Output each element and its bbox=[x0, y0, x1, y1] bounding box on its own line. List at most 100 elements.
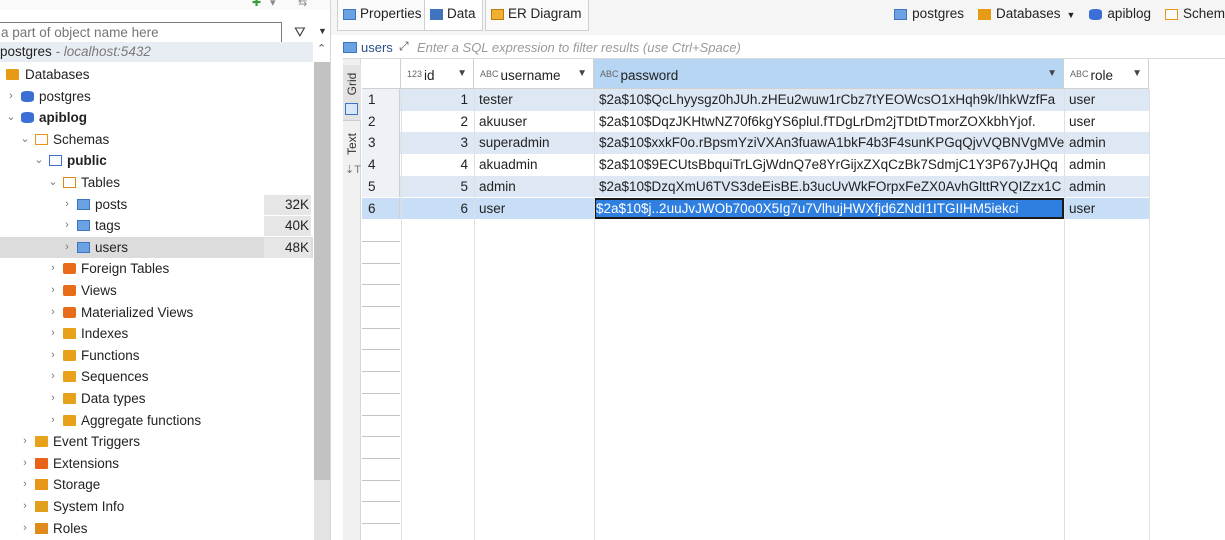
tree-item-materialized-views[interactable]: › Materialized Views bbox=[0, 302, 313, 324]
cell-role[interactable]: user bbox=[1064, 111, 1149, 133]
breadcrumb-connection[interactable]: postgres bbox=[894, 6, 964, 21]
cell-password[interactable]: $2a$10$DqzJKHtwNZ70f6kgYS6plul.fTDgLrDm2… bbox=[594, 111, 1064, 133]
chevron-right-icon[interactable]: › bbox=[5, 86, 17, 108]
sort-icon[interactable]: ▼ bbox=[1132, 59, 1142, 89]
chevron-right-icon[interactable]: › bbox=[47, 323, 59, 345]
chevron-right-icon[interactable]: › bbox=[19, 453, 31, 475]
tree-item-foreign-tables[interactable]: › Foreign Tables bbox=[0, 258, 313, 280]
tree-item-users[interactable]: › users 48K bbox=[0, 236, 313, 259]
cell-role[interactable]: admin bbox=[1064, 176, 1149, 198]
chevron-right-icon[interactable]: › bbox=[47, 366, 59, 388]
chevron-down-icon[interactable]: ⌄ bbox=[19, 129, 31, 151]
cell-password[interactable]: $2a$10$DzqXmU6TVS3deEisBE.b3ucUvWkFOrpxF… bbox=[594, 176, 1064, 198]
cell-username[interactable]: akuadmin bbox=[474, 154, 594, 176]
tree-item-schemas[interactable]: ⌄ Schemas bbox=[0, 129, 313, 151]
chevron-right-icon[interactable]: › bbox=[47, 302, 59, 324]
add-icon[interactable]: ▾ bbox=[270, 0, 276, 9]
row-number[interactable]: 4 bbox=[362, 154, 400, 176]
breadcrumb-database[interactable]: apiblog bbox=[1089, 6, 1151, 21]
tree-item-public[interactable]: ⌄ public bbox=[0, 150, 313, 172]
chevron-right-icon[interactable]: › bbox=[61, 215, 73, 237]
filter-dropdown-icon[interactable]: ▼ bbox=[318, 26, 327, 36]
cell-role[interactable]: admin bbox=[1064, 132, 1149, 154]
table-row[interactable]: 4 4 akuadmin $2a$10$9ECUtsBbquiTrLGjWdnQ7e8… bbox=[362, 154, 1149, 176]
cell-username[interactable]: akuuser bbox=[474, 111, 594, 133]
cell-id[interactable]: 4 bbox=[401, 154, 474, 176]
chevron-right-icon[interactable]: › bbox=[47, 345, 59, 367]
cell-role[interactable]: user bbox=[1064, 198, 1149, 220]
cell-id[interactable]: 5 bbox=[401, 176, 474, 198]
cell-username[interactable]: superadmin bbox=[474, 132, 594, 154]
cell-role[interactable]: user bbox=[1064, 89, 1149, 111]
tree-item-roles[interactable]: › Roles bbox=[0, 518, 313, 540]
tab-properties[interactable]: Properties bbox=[337, 0, 429, 31]
cell-password[interactable]: $2a$10$9ECUtsBbquiTrLGjWdnQ7e8YrGijxZXqC… bbox=[594, 154, 1064, 176]
column-header-id[interactable]: 123 id ▼ bbox=[401, 59, 474, 89]
tab-er-diagram[interactable]: ER Diagram bbox=[485, 0, 589, 31]
expand-icon[interactable]: ⤢ bbox=[399, 39, 409, 54]
sort-icon[interactable]: ▼ bbox=[577, 59, 587, 89]
tree-item-extensions[interactable]: › Extensions bbox=[0, 453, 313, 475]
breadcrumb-schemas[interactable]: Schem bbox=[1164, 6, 1225, 21]
table-row[interactable]: 3 3 superadmin $2a$10$xxkF0o.rBpsmYziVXAn3f… bbox=[362, 132, 1149, 155]
tree-item-views[interactable]: › Views bbox=[0, 280, 313, 302]
tree-item-posts[interactable]: › posts 32K bbox=[0, 194, 313, 216]
cell-id[interactable]: 6 bbox=[401, 198, 474, 220]
chevron-down-icon[interactable]: ⌄ bbox=[33, 150, 45, 172]
table-row[interactable]: 1 1 tester $2a$10$QcLhyysgz0hJUh.zHEu2wuw1r… bbox=[362, 89, 1149, 111]
row-number[interactable]: 3 bbox=[362, 132, 400, 155]
tree-item-functions[interactable]: › Functions bbox=[0, 345, 313, 367]
navigator-filter-input[interactable] bbox=[0, 22, 282, 43]
cell-role[interactable]: admin bbox=[1064, 154, 1149, 176]
sort-icon[interactable]: ▼ bbox=[1047, 59, 1057, 89]
link-icon[interactable]: ⇆ bbox=[298, 0, 307, 9]
chevron-right-icon[interactable]: › bbox=[61, 237, 73, 259]
chevron-right-icon[interactable]: › bbox=[47, 410, 59, 432]
cell-username[interactable]: tester bbox=[474, 89, 594, 111]
cell-password[interactable]: $2a$10$QcLhyysgz0hJUh.zHEu2wuw1rCbz7tYEO… bbox=[594, 89, 1064, 111]
cell-id[interactable]: 1 bbox=[401, 89, 474, 111]
chevron-right-icon[interactable]: › bbox=[19, 496, 31, 518]
tree-item-storage[interactable]: › Storage bbox=[0, 474, 313, 496]
row-number[interactable]: 1 bbox=[362, 89, 400, 111]
tree-item-event-triggers[interactable]: › Event Triggers bbox=[0, 431, 313, 453]
column-header-username[interactable]: ABC username ▼ bbox=[474, 59, 594, 89]
chevron-right-icon[interactable]: › bbox=[61, 194, 73, 216]
chevron-right-icon[interactable]: › bbox=[47, 280, 59, 302]
row-number-header[interactable] bbox=[362, 59, 401, 89]
tree-item-data-types[interactable]: › Data types bbox=[0, 388, 313, 410]
tree-item-aggregate-functions[interactable]: › Aggregate functions bbox=[0, 410, 313, 432]
tree-item-sequences[interactable]: › Sequences bbox=[0, 366, 313, 388]
cell-id[interactable]: 2 bbox=[401, 111, 474, 133]
chevron-down-icon[interactable]: ⌄ bbox=[47, 172, 59, 194]
tree-item-tags[interactable]: › tags 40K bbox=[0, 215, 313, 237]
filter-icon[interactable]: ⛛ bbox=[294, 24, 306, 41]
navigator-scrollbar[interactable] bbox=[314, 62, 330, 540]
collapse-icon[interactable]: ⌃ bbox=[317, 42, 326, 55]
connect-icon[interactable]: ✚ bbox=[252, 0, 261, 9]
tab-data[interactable]: Data bbox=[424, 0, 483, 31]
chevron-down-icon[interactable]: ▼ bbox=[1067, 10, 1076, 20]
column-header-password[interactable]: ABC password ▼ bbox=[594, 59, 1064, 89]
chevron-right-icon[interactable]: › bbox=[19, 518, 31, 540]
column-header-role[interactable]: ABC role ▼ bbox=[1064, 59, 1149, 89]
chevron-right-icon[interactable]: › bbox=[19, 431, 31, 453]
grid-view-tab[interactable]: Grid bbox=[343, 65, 361, 121]
chevron-right-icon[interactable]: › bbox=[47, 388, 59, 410]
filter-table-name[interactable]: users bbox=[361, 40, 393, 55]
table-row[interactable]: 2 2 akuuser $2a$10$DqzJKHtwNZ70f6kgYS6plul.… bbox=[362, 110, 1149, 133]
scrollbar-thumb[interactable] bbox=[314, 62, 330, 480]
row-number[interactable]: 6 bbox=[362, 197, 400, 220]
cell-id[interactable]: 3 bbox=[401, 132, 474, 154]
row-number[interactable]: 2 bbox=[362, 110, 400, 133]
breadcrumb-databases[interactable]: Databases ▼ bbox=[977, 6, 1076, 21]
chevron-right-icon[interactable]: › bbox=[47, 258, 59, 280]
cell-username[interactable]: admin bbox=[474, 176, 594, 198]
cell-password[interactable]: $2a$10$xxkF0o.rBpsmYziVXAn3fuawA1bkF4b3F… bbox=[594, 132, 1064, 154]
row-number[interactable]: 5 bbox=[362, 175, 400, 198]
table-row[interactable]: 5 5 admin $2a$10$DzqXmU6TVS3deEisBE.b3ucUvW… bbox=[362, 175, 1149, 198]
table-row[interactable]: 6 6 user $2a$10$j..2uuJvJWOb70o0X5Ig7u7Vlhu… bbox=[362, 197, 1149, 220]
cell-username[interactable]: user bbox=[474, 198, 594, 220]
connection-row[interactable]: postgres - localhost:5432 bbox=[0, 42, 313, 62]
tree-item-databases[interactable]: Databases bbox=[0, 64, 313, 86]
